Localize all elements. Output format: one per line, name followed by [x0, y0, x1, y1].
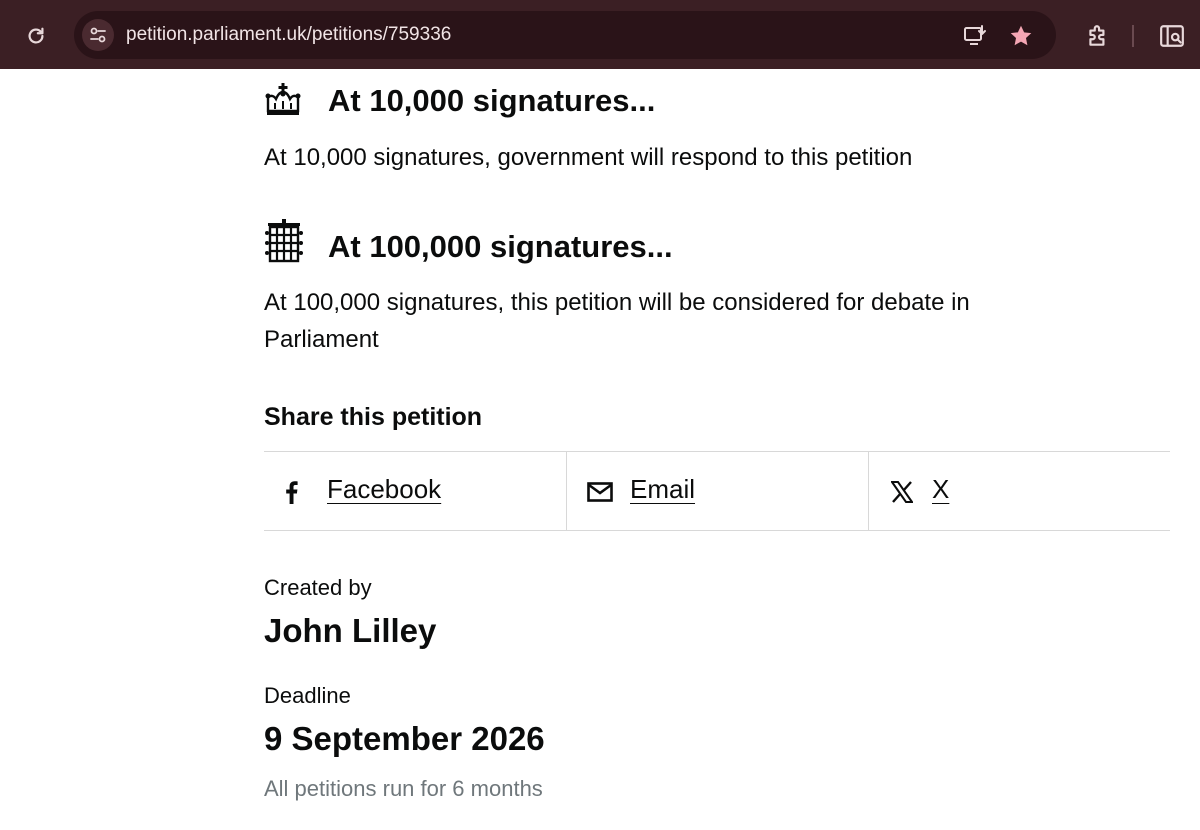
share-title: Share this petition — [264, 403, 483, 431]
share-x[interactable]: X — [868, 452, 1170, 530]
facebook-icon[interactable] — [278, 480, 304, 504]
facebook-link[interactable]: Facebook — [327, 474, 441, 505]
url-text[interactable]: petition.parliament.uk/petitions/759336 — [126, 24, 451, 46]
site-info-icon[interactable] — [82, 19, 114, 51]
extensions-icon[interactable] — [1082, 20, 1114, 52]
milestone-heading: At 100,000 signatures... — [328, 229, 673, 264]
created-by-label: Created by — [264, 575, 372, 600]
deadline-note: All petitions run for 6 months — [264, 776, 543, 801]
reload-icon[interactable] — [20, 20, 52, 52]
creator-name: John Lilley — [264, 612, 437, 649]
address-bar[interactable]: petition.parliament.uk/petitions/759336 — [74, 11, 1056, 59]
milestone-text: At 10,000 signatures, government will re… — [264, 144, 913, 171]
crown-icon — [264, 81, 302, 124]
email-link[interactable]: Email — [630, 474, 695, 505]
deadline-date: 9 September 2026 — [264, 720, 545, 757]
toolbar-divider — [1132, 25, 1134, 47]
x-icon[interactable] — [889, 480, 915, 504]
share-facebook[interactable]: Facebook — [264, 452, 566, 530]
milestone-heading: At 10,000 signatures... — [328, 83, 656, 118]
milestone-text: At 100,000 signatures, this petition wil… — [264, 289, 970, 353]
browser-toolbar: petition.parliament.uk/petitions/759336 — [0, 0, 1200, 69]
install-app-icon[interactable] — [962, 23, 988, 49]
bookmark-star-icon[interactable] — [1008, 23, 1034, 49]
share-email[interactable]: Email — [566, 452, 868, 530]
email-icon[interactable] — [587, 480, 613, 504]
x-link[interactable]: X — [932, 474, 949, 505]
portcullis-icon — [264, 219, 304, 270]
side-panel-icon[interactable] — [1156, 20, 1188, 52]
deadline-label: Deadline — [264, 683, 351, 708]
share-options: Facebook Email X — [264, 451, 1170, 531]
